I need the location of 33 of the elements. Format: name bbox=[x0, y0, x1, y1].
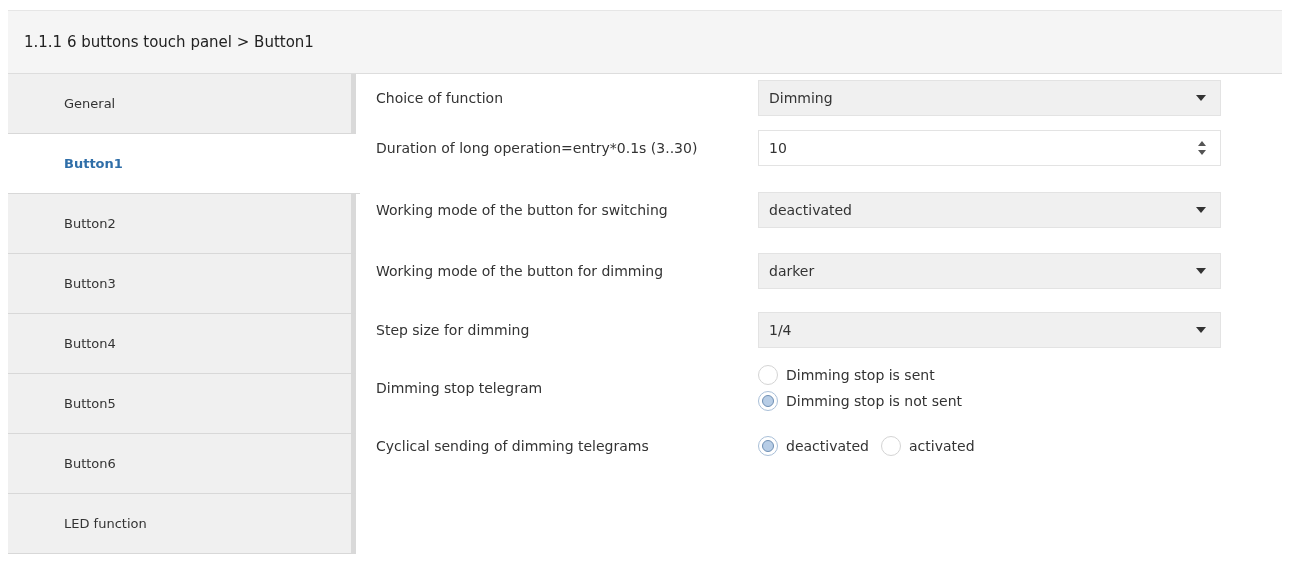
radio-label: deactivated bbox=[786, 438, 869, 454]
sidebar-item[interactable]: Button5 bbox=[8, 374, 356, 434]
radio-button[interactable] bbox=[758, 436, 778, 456]
sidebar-item[interactable]: Button2 bbox=[8, 194, 356, 254]
caret-icon bbox=[1196, 267, 1206, 274]
sidebar-item[interactable]: General bbox=[8, 74, 356, 134]
dropdown[interactable]: darker bbox=[758, 252, 1221, 289]
dropdown[interactable]: 1/4 bbox=[758, 312, 1221, 348]
sidebar-item[interactable]: Button4 bbox=[8, 314, 356, 374]
sidebar-item[interactable]: Button6 bbox=[8, 434, 356, 494]
parameter-label: Step size for dimming bbox=[376, 321, 531, 339]
radio-label: activated bbox=[909, 438, 975, 454]
number-field[interactable]: 10 bbox=[758, 129, 1221, 166]
spinner-arrows-icon[interactable] bbox=[1198, 139, 1206, 156]
radio-button[interactable] bbox=[758, 391, 778, 411]
sidebar-item[interactable]: LED function bbox=[8, 494, 356, 554]
caret-icon bbox=[1196, 327, 1206, 333]
parameter-label: Working mode of the button for switching bbox=[376, 200, 669, 219]
parameter-label: Choice of function bbox=[376, 88, 504, 107]
parameter-label: Cyclical sending of dimming telegrams bbox=[376, 437, 650, 455]
parameter-label: Working mode of the button for dimming bbox=[376, 261, 665, 280]
caret-icon bbox=[1196, 94, 1206, 101]
dropdown[interactable]: Dimming bbox=[758, 79, 1221, 116]
breadcrumb-title: 1.1.1 6 buttons touch panel > Button1 bbox=[24, 33, 314, 51]
sidebar-item[interactable]: Button3 bbox=[8, 254, 356, 314]
radio-label: Dimming stop is not sent bbox=[786, 393, 962, 409]
radio-label: Dimming stop is sent bbox=[786, 367, 935, 383]
caret-icon bbox=[1196, 206, 1206, 213]
radio-button[interactable] bbox=[758, 365, 778, 385]
parameter-label: Dimming stop telegram bbox=[376, 379, 544, 397]
radio-button[interactable] bbox=[881, 436, 901, 456]
dropdown[interactable]: deactivated bbox=[758, 191, 1221, 228]
parameter-label: Duration of long operation=entry*0.1s (3..30) bbox=[376, 138, 699, 157]
